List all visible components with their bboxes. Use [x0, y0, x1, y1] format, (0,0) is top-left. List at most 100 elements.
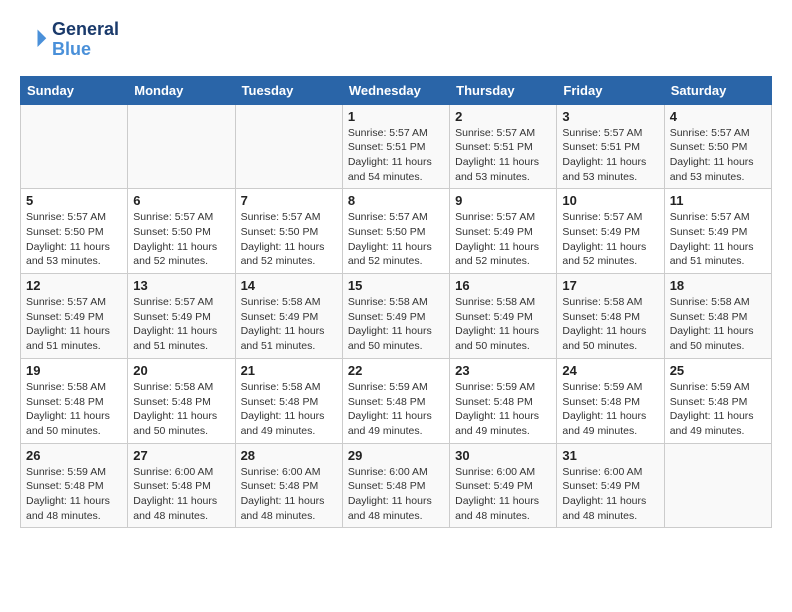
day-number: 27 [133, 448, 229, 463]
header-day: Friday [557, 76, 664, 104]
calendar-table: SundayMondayTuesdayWednesdayThursdayFrid… [20, 76, 772, 529]
day-number: 17 [562, 278, 658, 293]
calendar-cell: 1 Sunrise: 5:57 AMSunset: 5:51 PMDaylight… [342, 104, 449, 189]
day-info: Sunrise: 5:57 AMSunset: 5:49 PMDaylight:… [670, 210, 766, 269]
calendar-week-row: 26 Sunrise: 5:59 AMSunset: 5:48 PMDayligh… [21, 443, 772, 528]
calendar-cell: 19 Sunrise: 5:58 AMSunset: 5:48 PMDayligh… [21, 358, 128, 443]
day-number: 26 [26, 448, 122, 463]
calendar-header: SundayMondayTuesdayWednesdayThursdayFrid… [21, 76, 772, 104]
day-info: Sunrise: 5:57 AMSunset: 5:50 PMDaylight:… [26, 210, 122, 269]
day-info: Sunrise: 5:58 AMSunset: 5:48 PMDaylight:… [241, 380, 337, 439]
day-info: Sunrise: 5:59 AMSunset: 5:48 PMDaylight:… [26, 465, 122, 524]
calendar-week-row: 5 Sunrise: 5:57 AMSunset: 5:50 PMDaylight… [21, 189, 772, 274]
day-info: Sunrise: 5:57 AMSunset: 5:49 PMDaylight:… [133, 295, 229, 354]
day-info: Sunrise: 5:57 AMSunset: 5:50 PMDaylight:… [670, 126, 766, 185]
day-info: Sunrise: 6:00 AMSunset: 5:48 PMDaylight:… [133, 465, 229, 524]
day-number: 9 [455, 193, 551, 208]
day-number: 3 [562, 109, 658, 124]
calendar-cell: 30Sunrise: 6:00 AMSunset: 5:49 PMDayligh… [450, 443, 557, 528]
day-number: 1 [348, 109, 444, 124]
day-number: 15 [348, 278, 444, 293]
day-number: 13 [133, 278, 229, 293]
day-info: Sunrise: 5:57 AMSunset: 5:49 PMDaylight:… [562, 210, 658, 269]
day-number: 31 [562, 448, 658, 463]
calendar-cell: 7 Sunrise: 5:57 AMSunset: 5:50 PMDaylight… [235, 189, 342, 274]
day-info: Sunrise: 5:59 AMSunset: 5:48 PMDaylight:… [348, 380, 444, 439]
calendar-body: 1 Sunrise: 5:57 AMSunset: 5:51 PMDaylight… [21, 104, 772, 528]
day-number: 4 [670, 109, 766, 124]
day-number: 29 [348, 448, 444, 463]
day-info: Sunrise: 5:58 AMSunset: 5:48 PMDaylight:… [562, 295, 658, 354]
calendar-cell: 6Sunrise: 5:57 AMSunset: 5:50 PMDaylight… [128, 189, 235, 274]
day-info: Sunrise: 6:00 AMSunset: 5:48 PMDaylight:… [241, 465, 337, 524]
day-info: Sunrise: 5:58 AMSunset: 5:49 PMDaylight:… [241, 295, 337, 354]
calendar-cell: 12 Sunrise: 5:57 AMSunset: 5:49 PMDayligh… [21, 274, 128, 359]
calendar-cell: 24Sunrise: 5:59 AMSunset: 5:48 PMDayligh… [557, 358, 664, 443]
day-info: Sunrise: 5:57 AMSunset: 5:51 PMDaylight:… [348, 126, 444, 185]
day-number: 12 [26, 278, 122, 293]
page-header: GeneralBlue [20, 20, 772, 60]
day-info: Sunrise: 5:59 AMSunset: 5:48 PMDaylight:… [670, 380, 766, 439]
calendar-cell: 2 Sunrise: 5:57 AMSunset: 5:51 PMDaylight… [450, 104, 557, 189]
day-number: 23 [455, 363, 551, 378]
day-number: 7 [241, 193, 337, 208]
day-number: 28 [241, 448, 337, 463]
header-row: SundayMondayTuesdayWednesdayThursdayFrid… [21, 76, 772, 104]
day-number: 14 [241, 278, 337, 293]
day-info: Sunrise: 6:00 AMSunset: 5:49 PMDaylight:… [562, 465, 658, 524]
calendar-cell: 21 Sunrise: 5:58 AMSunset: 5:48 PMDayligh… [235, 358, 342, 443]
calendar-cell [128, 104, 235, 189]
calendar-week-row: 19 Sunrise: 5:58 AMSunset: 5:48 PMDayligh… [21, 358, 772, 443]
calendar-cell: 5 Sunrise: 5:57 AMSunset: 5:50 PMDaylight… [21, 189, 128, 274]
calendar-cell: 17 Sunrise: 5:58 AMSunset: 5:48 PMDayligh… [557, 274, 664, 359]
calendar-cell: 26 Sunrise: 5:59 AMSunset: 5:48 PMDayligh… [21, 443, 128, 528]
day-info: Sunrise: 5:58 AMSunset: 5:49 PMDaylight:… [455, 295, 551, 354]
calendar-cell: 3 Sunrise: 5:57 AMSunset: 5:51 PMDaylight… [557, 104, 664, 189]
day-info: Sunrise: 6:00 AMSunset: 5:49 PMDaylight:… [455, 465, 551, 524]
logo-icon [20, 26, 48, 54]
calendar-cell: 9 Sunrise: 5:57 AMSunset: 5:49 PMDaylight… [450, 189, 557, 274]
day-info: Sunrise: 5:57 AMSunset: 5:51 PMDaylight:… [455, 126, 551, 185]
day-info: Sunrise: 5:58 AMSunset: 5:49 PMDaylight:… [348, 295, 444, 354]
day-number: 19 [26, 363, 122, 378]
day-info: Sunrise: 5:57 AMSunset: 5:51 PMDaylight:… [562, 126, 658, 185]
calendar-cell [664, 443, 771, 528]
day-info: Sunrise: 5:58 AMSunset: 5:48 PMDaylight:… [670, 295, 766, 354]
calendar-cell: 13 Sunrise: 5:57 AMSunset: 5:49 PMDayligh… [128, 274, 235, 359]
calendar-week-row: 12 Sunrise: 5:57 AMSunset: 5:49 PMDayligh… [21, 274, 772, 359]
calendar-cell: 20 Sunrise: 5:58 AMSunset: 5:48 PMDayligh… [128, 358, 235, 443]
calendar-cell: 28 Sunrise: 6:00 AMSunset: 5:48 PMDayligh… [235, 443, 342, 528]
day-number: 2 [455, 109, 551, 124]
day-info: Sunrise: 5:58 AMSunset: 5:48 PMDaylight:… [26, 380, 122, 439]
day-number: 8 [348, 193, 444, 208]
day-number: 5 [26, 193, 122, 208]
calendar-cell: 23 Sunrise: 5:59 AMSunset: 5:48 PMDayligh… [450, 358, 557, 443]
header-day: Sunday [21, 76, 128, 104]
calendar-cell: 10Sunrise: 5:57 AMSunset: 5:49 PMDayligh… [557, 189, 664, 274]
day-number: 21 [241, 363, 337, 378]
day-info: Sunrise: 5:58 AMSunset: 5:48 PMDaylight:… [133, 380, 229, 439]
calendar-cell: 29Sunrise: 6:00 AMSunset: 5:48 PMDayligh… [342, 443, 449, 528]
calendar-cell: 8 Sunrise: 5:57 AMSunset: 5:50 PMDaylight… [342, 189, 449, 274]
day-info: Sunrise: 5:59 AMSunset: 5:48 PMDaylight:… [455, 380, 551, 439]
header-day: Thursday [450, 76, 557, 104]
day-info: Sunrise: 5:57 AMSunset: 5:50 PMDaylight:… [348, 210, 444, 269]
header-day: Wednesday [342, 76, 449, 104]
day-info: Sunrise: 5:57 AMSunset: 5:49 PMDaylight:… [455, 210, 551, 269]
day-number: 18 [670, 278, 766, 293]
logo: GeneralBlue [20, 20, 119, 60]
calendar-cell: 22Sunrise: 5:59 AMSunset: 5:48 PMDayligh… [342, 358, 449, 443]
day-number: 25 [670, 363, 766, 378]
calendar-cell [235, 104, 342, 189]
header-day: Monday [128, 76, 235, 104]
day-info: Sunrise: 5:57 AMSunset: 5:49 PMDaylight:… [26, 295, 122, 354]
day-number: 20 [133, 363, 229, 378]
day-info: Sunrise: 5:57 AMSunset: 5:50 PMDaylight:… [241, 210, 337, 269]
calendar-cell: 27 Sunrise: 6:00 AMSunset: 5:48 PMDayligh… [128, 443, 235, 528]
calendar-cell: 31 Sunrise: 6:00 AMSunset: 5:49 PMDayligh… [557, 443, 664, 528]
calendar-week-row: 1 Sunrise: 5:57 AMSunset: 5:51 PMDaylight… [21, 104, 772, 189]
calendar-cell: 11Sunrise: 5:57 AMSunset: 5:49 PMDayligh… [664, 189, 771, 274]
logo-text: GeneralBlue [52, 20, 119, 60]
calendar-cell [21, 104, 128, 189]
day-number: 24 [562, 363, 658, 378]
